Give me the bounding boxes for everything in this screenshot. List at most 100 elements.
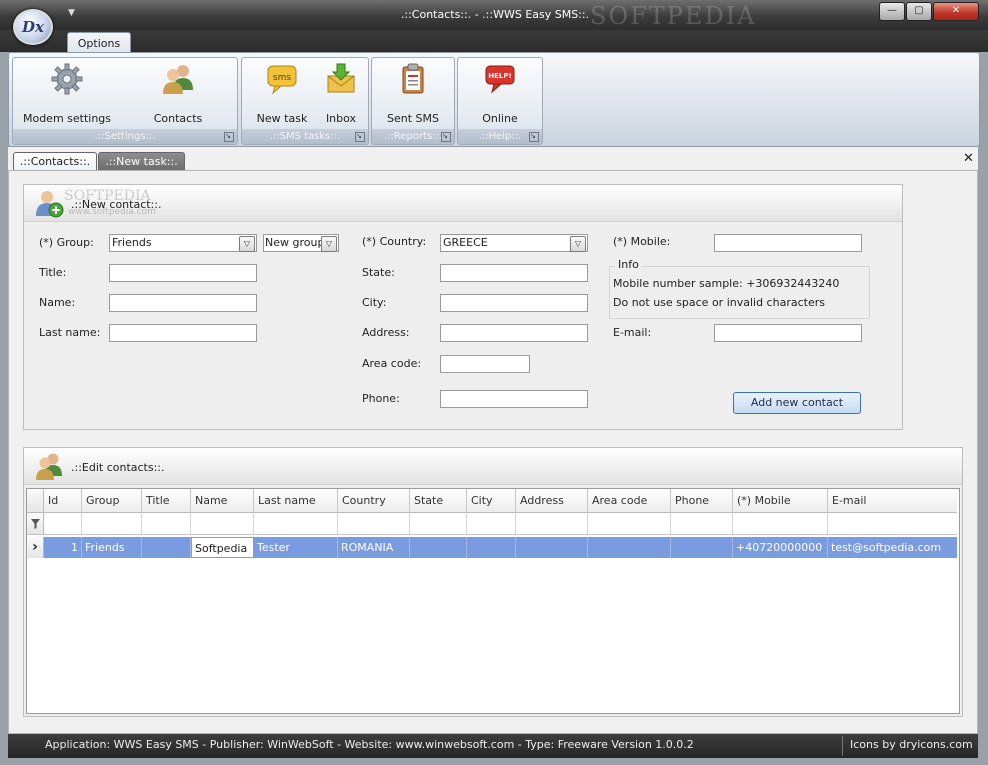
contacts-grid[interactable]: Id Group Title Name Last name Country St… bbox=[26, 488, 960, 714]
ribbon: Modem settings Contacts .::Settings::. ↘… bbox=[8, 52, 980, 147]
filter-cell-group[interactable] bbox=[82, 513, 142, 535]
online-help-button[interactable]: HELP! Online bbox=[464, 62, 536, 125]
cell-state[interactable] bbox=[410, 537, 467, 558]
cell-group[interactable]: Friends bbox=[82, 537, 142, 558]
filter-cell-phone[interactable] bbox=[671, 513, 733, 535]
cell-last-name[interactable]: Tester bbox=[254, 537, 338, 558]
help-launcher-icon[interactable]: ↘ bbox=[529, 132, 539, 142]
cell-address[interactable] bbox=[516, 537, 588, 558]
maximize-button[interactable]: ▢ bbox=[906, 2, 932, 21]
new-task-button[interactable]: sms New task bbox=[250, 62, 314, 125]
close-document-icon[interactable]: ✕ bbox=[963, 151, 974, 166]
filter-row-header bbox=[27, 513, 44, 535]
tab-options[interactable]: Options bbox=[67, 32, 131, 54]
city-input[interactable] bbox=[440, 294, 588, 312]
column-header-city[interactable]: City bbox=[467, 489, 516, 513]
clipboard-icon bbox=[402, 63, 424, 94]
last-name-label: Last name: bbox=[39, 326, 101, 339]
info-line-rule: Do not use space or invalid characters bbox=[613, 296, 825, 309]
cell-city[interactable] bbox=[467, 537, 516, 558]
column-header-address[interactable]: Address bbox=[516, 489, 588, 513]
cell-email[interactable]: test@softpedia.com bbox=[828, 537, 957, 558]
title-label: Title: bbox=[39, 266, 67, 279]
filter-cell-last-name[interactable] bbox=[254, 513, 338, 535]
column-header-id[interactable]: Id bbox=[44, 489, 82, 513]
filter-cell-area-code[interactable] bbox=[588, 513, 671, 535]
filter-cell-address[interactable] bbox=[516, 513, 588, 535]
cell-name-editing[interactable]: Softpedia bbox=[191, 537, 254, 558]
address-input[interactable] bbox=[440, 324, 588, 342]
doc-tab-new-task[interactable]: .::New task::. bbox=[98, 152, 185, 171]
edit-contacts-title: .::Edit contacts::. bbox=[71, 461, 165, 474]
column-header-last-name[interactable]: Last name bbox=[254, 489, 338, 513]
chevron-down-icon[interactable]: ▽ bbox=[570, 236, 586, 252]
minimize-button[interactable]: — bbox=[879, 2, 905, 21]
state-input[interactable] bbox=[440, 264, 588, 282]
area-code-label: Area code: bbox=[362, 357, 422, 370]
inbox-label: Inbox bbox=[325, 112, 357, 125]
column-header-title[interactable]: Title bbox=[142, 489, 191, 513]
phone-input[interactable] bbox=[440, 390, 588, 408]
cell-area-code[interactable] bbox=[588, 537, 671, 558]
cell-mobile[interactable]: +40720000000 bbox=[733, 537, 828, 558]
cell-title[interactable] bbox=[142, 537, 191, 558]
cell-country[interactable]: ROMANIA bbox=[338, 537, 410, 558]
column-header-mobile[interactable]: (*) Mobile bbox=[733, 489, 828, 513]
add-new-contact-button[interactable]: Add new contact bbox=[733, 392, 861, 414]
grid-corner bbox=[27, 489, 44, 513]
status-app-info: Application: WWS Easy SMS - Publisher: W… bbox=[45, 738, 694, 751]
filter-cell-title[interactable] bbox=[142, 513, 191, 535]
sms-tasks-launcher-icon[interactable]: ↘ bbox=[355, 132, 365, 142]
filter-cell-mobile[interactable] bbox=[733, 513, 828, 535]
help-bubble-icon: HELP! bbox=[485, 65, 515, 94]
ribbon-group-sms-tasks: sms New task Inbox .::SMS tasks::. ↘ bbox=[241, 57, 369, 145]
contacts-button[interactable]: Contacts bbox=[133, 62, 223, 125]
chevron-down-icon[interactable]: ▽ bbox=[239, 236, 255, 252]
country-select[interactable]: GREECE ▽ bbox=[440, 234, 588, 252]
filter-cell-id[interactable] bbox=[44, 513, 82, 535]
info-groupbox bbox=[609, 266, 870, 319]
inbox-button[interactable]: Inbox bbox=[318, 62, 364, 125]
cell-phone[interactable] bbox=[671, 537, 733, 558]
column-header-country[interactable]: Country bbox=[338, 489, 410, 513]
filter-cell-state[interactable] bbox=[410, 513, 467, 535]
new-group-select[interactable]: New group ▽ bbox=[263, 234, 339, 252]
last-name-input[interactable] bbox=[109, 324, 257, 342]
filter-icon[interactable] bbox=[30, 519, 40, 529]
status-icons-credit: Icons by dryicons.com bbox=[850, 738, 973, 751]
row-pointer-icon[interactable]: › bbox=[27, 537, 44, 558]
app-logo[interactable]: Dx bbox=[13, 9, 53, 45]
filter-cell-city[interactable] bbox=[467, 513, 516, 535]
email-label: E-mail: bbox=[613, 326, 652, 339]
name-input[interactable] bbox=[109, 294, 257, 312]
filter-cell-name[interactable] bbox=[191, 513, 254, 535]
settings-launcher-icon[interactable]: ↘ bbox=[224, 132, 234, 142]
cell-id[interactable]: 1 bbox=[44, 537, 82, 558]
email-input[interactable] bbox=[714, 324, 862, 342]
column-header-name[interactable]: Name bbox=[191, 489, 254, 513]
phone-label: Phone: bbox=[362, 392, 400, 405]
mobile-input[interactable] bbox=[714, 234, 862, 252]
column-header-phone[interactable]: Phone bbox=[671, 489, 733, 513]
column-header-area-code[interactable]: Area code bbox=[588, 489, 671, 513]
filter-cell-country[interactable] bbox=[338, 513, 410, 535]
chevron-down-icon[interactable]: ▽ bbox=[321, 236, 337, 252]
column-header-group[interactable]: Group bbox=[82, 489, 142, 513]
area-code-input[interactable] bbox=[440, 355, 530, 373]
column-header-state[interactable]: State bbox=[410, 489, 467, 513]
modem-settings-button[interactable]: Modem settings bbox=[15, 62, 119, 125]
group-select[interactable]: Friends ▽ bbox=[109, 234, 257, 252]
column-header-email[interactable]: E-mail bbox=[828, 489, 957, 513]
sent-sms-button[interactable]: Sent SMS bbox=[378, 62, 448, 125]
title-input[interactable] bbox=[109, 264, 257, 282]
doc-tab-contacts[interactable]: .::Contacts::. bbox=[13, 152, 97, 171]
edit-contacts-header: .::Edit contacts::. bbox=[24, 448, 962, 485]
new-task-label: New task bbox=[256, 112, 308, 125]
new-group-value: New group bbox=[265, 236, 325, 249]
sms-tasks-group-label: .::SMS tasks::. bbox=[242, 129, 368, 144]
reports-launcher-icon[interactable]: ↘ bbox=[441, 132, 451, 142]
quick-access-dropdown-icon[interactable]: ▼ bbox=[68, 8, 75, 18]
filter-cell-email[interactable] bbox=[828, 513, 957, 535]
online-label: Online bbox=[482, 112, 518, 125]
close-button[interactable]: ✕ bbox=[933, 2, 979, 21]
